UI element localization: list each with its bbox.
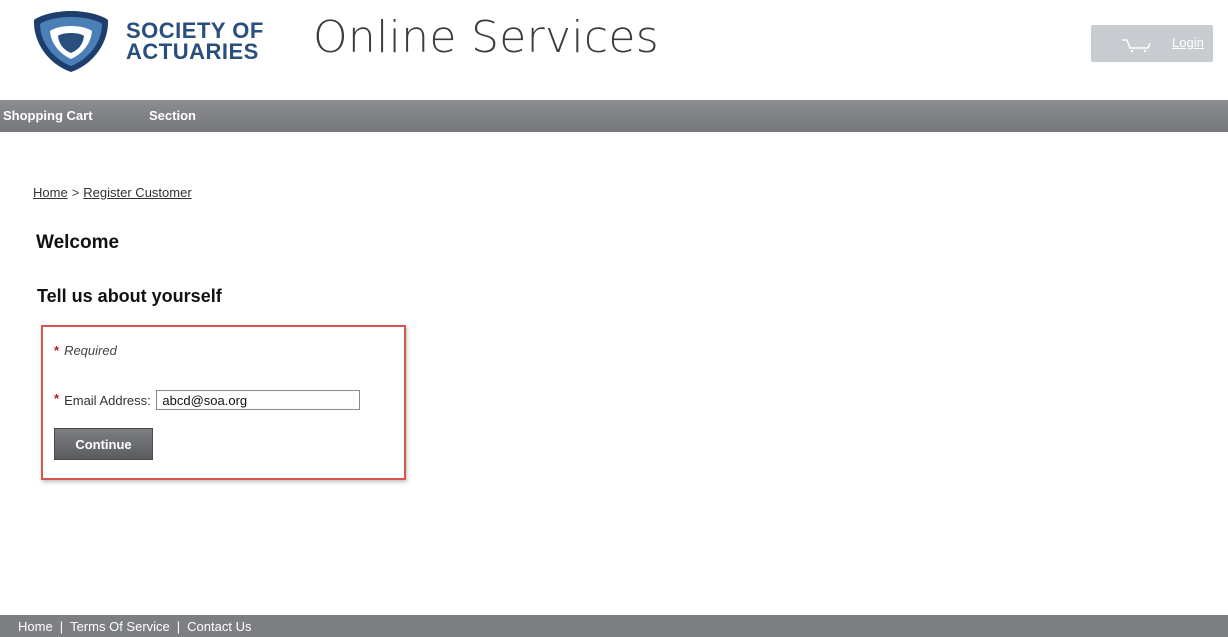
email-label: Email Address: xyxy=(64,392,151,408)
breadcrumb: Home > Register Customer xyxy=(33,185,192,200)
nav-bar: Shopping Cart Section xyxy=(0,100,1228,132)
breadcrumb-register-customer-link[interactable]: Register Customer xyxy=(83,185,191,200)
page: SOCIETY OF ACTUARIES Online Services Log… xyxy=(0,0,1228,637)
footer: Home | Terms Of Service | Contact Us xyxy=(0,615,1228,637)
email-row: * Email Address: xyxy=(54,390,361,410)
required-star: * xyxy=(54,343,60,358)
brand-name: SOCIETY OF ACTUARIES xyxy=(126,18,264,64)
footer-home-link[interactable]: Home xyxy=(18,619,53,634)
login-link[interactable]: Login xyxy=(1172,35,1204,50)
required-note: * Required xyxy=(54,343,117,358)
page-title: Welcome xyxy=(36,232,120,253)
shield-logo-icon xyxy=(33,11,109,72)
section-heading: Tell us about yourself xyxy=(37,286,222,306)
breadcrumb-home-link[interactable]: Home xyxy=(33,185,68,200)
continue-button[interactable]: Continue xyxy=(54,428,153,460)
footer-contact-link[interactable]: Contact Us xyxy=(187,619,251,634)
footer-separator: | xyxy=(176,619,181,634)
site-title: Online Services xyxy=(313,12,659,63)
login-area: Login xyxy=(1091,25,1213,62)
breadcrumb-separator: > xyxy=(71,185,80,200)
required-star: * xyxy=(54,391,60,407)
header: SOCIETY OF ACTUARIES Online Services Log… xyxy=(0,0,1228,100)
required-text: Required xyxy=(64,343,117,358)
brand-line-1: SOCIETY OF xyxy=(126,18,264,43)
shopping-cart-icon[interactable] xyxy=(1121,37,1151,53)
footer-terms-link[interactable]: Terms Of Service xyxy=(70,619,170,634)
brand-line-2: ACTUARIES xyxy=(126,39,259,64)
nav-item-shopping-cart[interactable]: Shopping Cart xyxy=(3,108,93,123)
footer-separator: | xyxy=(59,619,64,634)
footer-links: Home | Terms Of Service | Contact Us xyxy=(18,619,251,634)
email-field[interactable] xyxy=(156,390,361,410)
nav-item-section[interactable]: Section xyxy=(149,108,196,123)
registration-form: *Required *Email Address: Continue xyxy=(41,325,406,480)
